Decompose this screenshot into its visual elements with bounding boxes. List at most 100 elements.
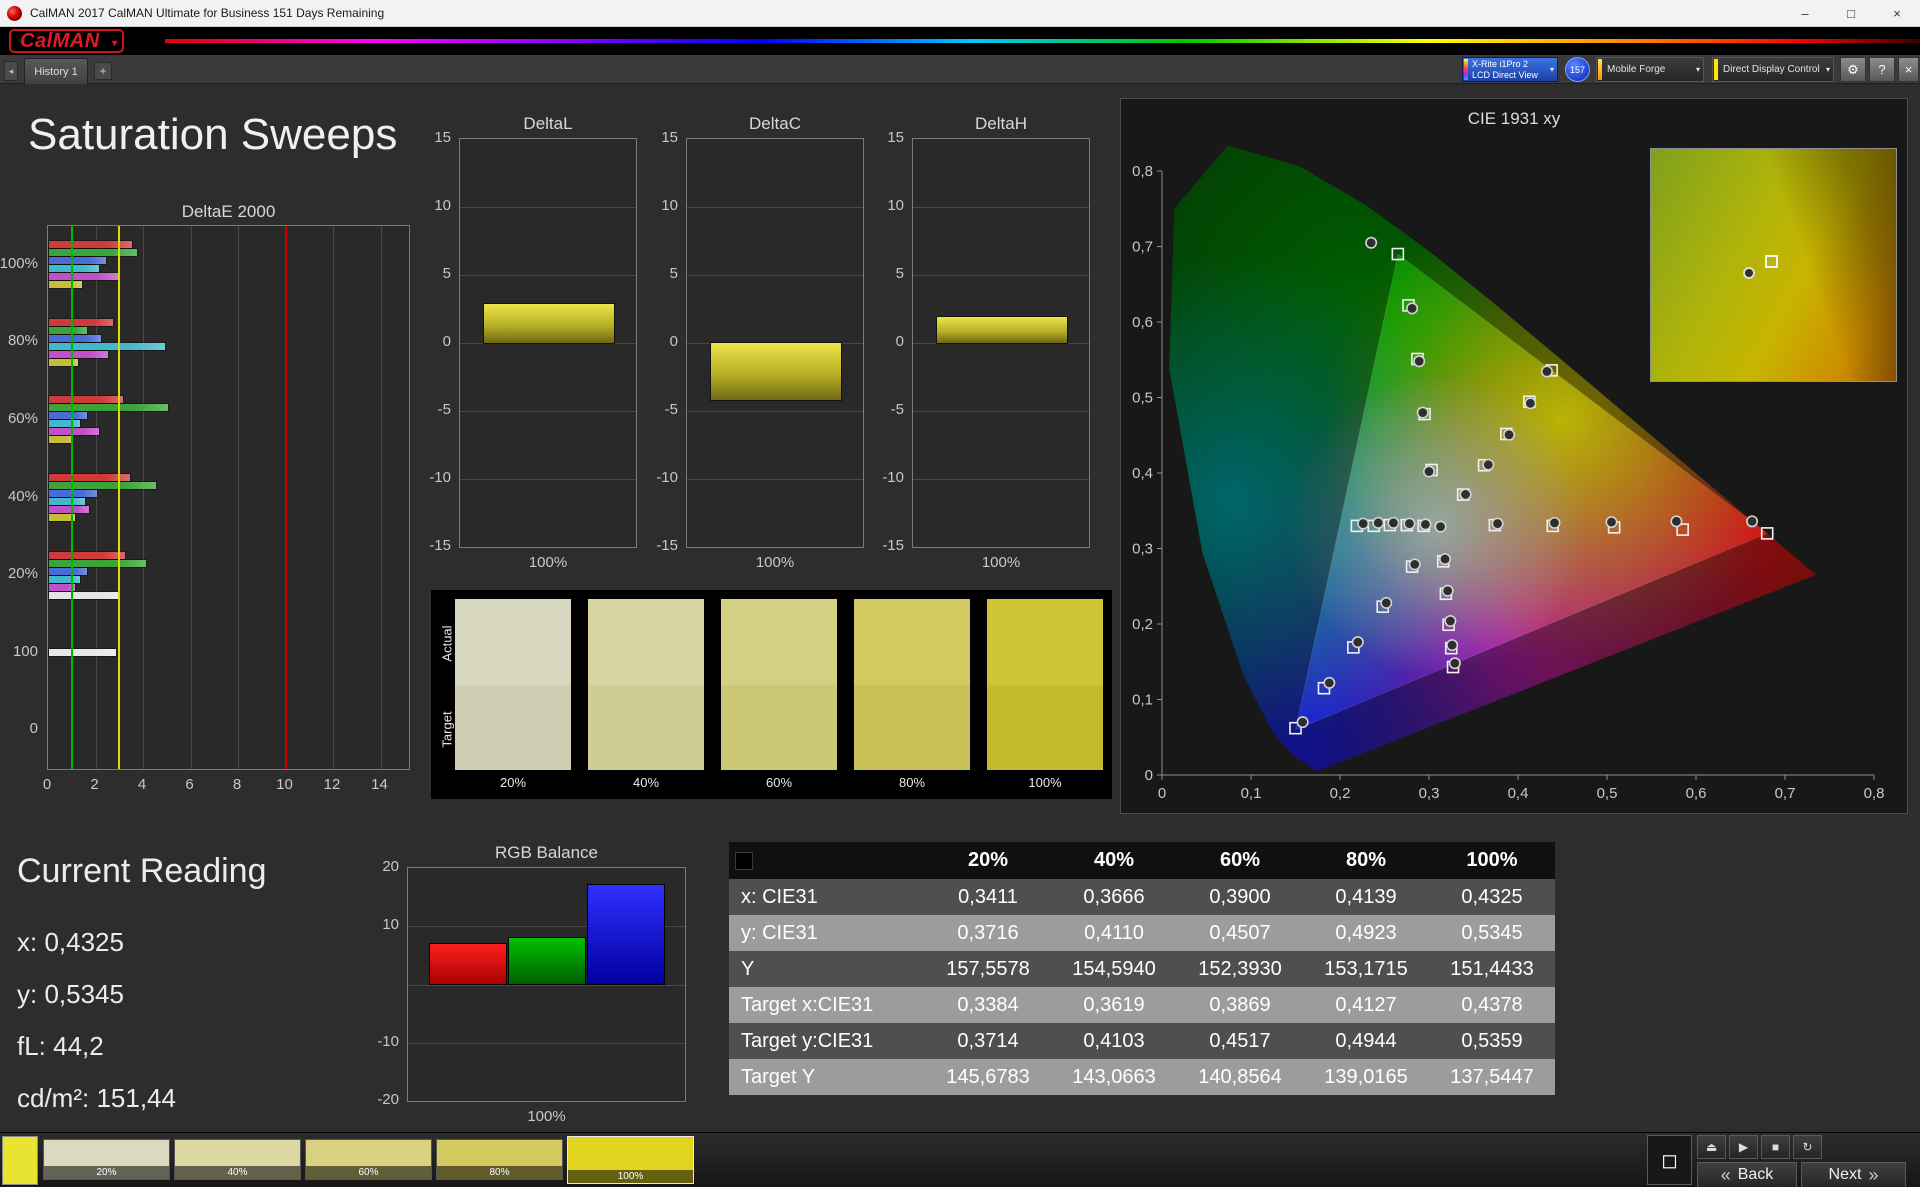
table-row-label: Target Y <box>741 1065 816 1088</box>
minimize-button[interactable]: – <box>1782 0 1828 26</box>
maximize-button[interactable]: □ <box>1828 0 1874 26</box>
next-button[interactable]: Next » <box>1801 1162 1906 1187</box>
gridline <box>143 226 144 769</box>
play-button[interactable]: ▶ <box>1729 1135 1758 1159</box>
deltae-bar <box>49 559 147 567</box>
white-point <box>1434 520 1447 533</box>
axis-tick-label: 2 <box>90 776 99 793</box>
swatch-label: 100% <box>568 1170 693 1183</box>
axis-tick-label: -10 <box>377 1032 399 1050</box>
back-button[interactable]: « Back <box>1697 1162 1797 1187</box>
help-icon[interactable]: ? <box>1869 57 1895 82</box>
saturation-swatch-40%[interactable]: 40% <box>174 1139 301 1180</box>
gridline <box>380 226 382 769</box>
eject-button[interactable]: ⏏ <box>1697 1135 1726 1159</box>
saturation-swatch-20%[interactable]: 20% <box>43 1139 170 1180</box>
current-patch-swatch <box>2 1136 38 1185</box>
table-header-row: 20% 40% 60% 80% 100% <box>729 842 1555 879</box>
rgb-y-axis: 20 10 -10 -20 <box>369 858 403 1108</box>
measure-window-button[interactable]: ◻ <box>1647 1135 1692 1185</box>
chevron-down-icon: ▾ <box>1695 65 1700 74</box>
actual-swatch <box>854 599 970 685</box>
deltae-bar <box>49 350 109 358</box>
rgb-balance-chart <box>407 867 686 1102</box>
axis-tick-label: 0,4 <box>1132 465 1153 482</box>
axis-tick-label: -15 <box>429 537 451 554</box>
saturation-swatch-80%[interactable]: 80% <box>436 1139 563 1180</box>
axis-tick-label: 10 <box>382 916 399 934</box>
axis-tick-label: 0,1 <box>1132 692 1153 709</box>
swatch-column: 20% <box>455 599 571 790</box>
close-button[interactable]: × <box>1874 0 1920 26</box>
measured-point-green <box>1365 236 1378 249</box>
table-cell: 0,4378 <box>1461 993 1523 1016</box>
saturation-swatch-100%[interactable]: 100% <box>567 1136 694 1184</box>
axis-tick-label: -15 <box>882 537 904 554</box>
measured-point-yellow <box>1540 365 1553 378</box>
deltac-chart-title: DeltaC <box>749 114 801 133</box>
tab-bar: ◂ History 1 + X-Rite i1Pro 2 LCD Direct … <box>0 55 1920 84</box>
deltae-y-axis: 100% 80% 60% 40% 20% 100 0 <box>0 225 42 770</box>
axis-tick-label: -10 <box>429 469 451 486</box>
swatch-label: 20% <box>499 775 527 790</box>
target-swatch <box>721 684 837 770</box>
table-row-label: Y <box>741 957 755 980</box>
stop-button[interactable]: ■ <box>1761 1135 1790 1159</box>
axis-tick-label: 12 <box>323 776 341 793</box>
chevrons-right-icon: » <box>1868 1164 1879 1185</box>
target-swatch <box>987 684 1103 770</box>
axis-tick-label: -5 <box>437 401 451 418</box>
sweep-swatch <box>721 599 837 770</box>
deltac-y-axis: 15 10 5 0 -5 -10 -15 <box>654 129 682 554</box>
axis-tick-label: 40% <box>7 487 38 505</box>
workflow-close-icon[interactable]: × <box>1898 57 1919 82</box>
measured-point-cyan <box>1387 516 1400 529</box>
deltal-y-axis: 15 10 5 0 -5 -10 -15 <box>427 129 455 554</box>
calman-logo-menu[interactable]: CalMAN ▾ <box>9 29 124 53</box>
table-cell: 0,4923 <box>1335 921 1397 944</box>
swatch-label: 100% <box>1028 775 1062 790</box>
next-label: Next <box>1828 1166 1862 1183</box>
table-cell: 0,3869 <box>1209 993 1271 1016</box>
axis-tick-label: 10 <box>887 197 904 214</box>
settings-gear-icon[interactable]: ⚙ <box>1840 57 1866 82</box>
source-selector-dropdown[interactable]: Mobile Forge ▾ <box>1596 57 1704 82</box>
refresh-button[interactable]: ↻ <box>1793 1135 1822 1159</box>
swatch-label: 80% <box>437 1166 562 1179</box>
tab-history-1[interactable]: History 1 <box>24 58 88 84</box>
gridline <box>408 984 685 986</box>
axis-tick-label: 0,6 <box>1132 314 1153 331</box>
axis-tick-label: 0 <box>442 333 451 350</box>
brand-bar: CalMAN ▾ <box>0 27 1920 55</box>
table-cell: 139,0165 <box>1324 1065 1408 1088</box>
actual-swatch <box>588 599 704 685</box>
measured-point-blue <box>1351 636 1364 649</box>
table-row: Target x:CIE31 0,3384 0,3619 0,3869 0,4127 0,… <box>729 987 1555 1023</box>
deltae-bar <box>49 575 80 583</box>
sweep-swatch <box>588 599 704 770</box>
table-cell: 154,5940 <box>1072 957 1156 980</box>
gridline <box>687 479 863 480</box>
table-cell: 152,3930 <box>1198 957 1282 980</box>
source-label: Mobile Forge <box>1607 64 1666 75</box>
table-cell: 153,1715 <box>1324 957 1408 980</box>
deltae-bar <box>49 265 99 273</box>
deltah-chart-title: DeltaH <box>975 114 1027 133</box>
table-cell: 157,5578 <box>946 957 1030 980</box>
axis-tick-label: 5 <box>669 265 678 282</box>
axis-tick-label: 60% <box>7 409 38 427</box>
delta-bar <box>484 303 614 343</box>
table-cell: 0,3666 <box>1083 885 1145 908</box>
table-row-label: Target y:CIE31 <box>741 1029 874 1052</box>
meter-selector-dropdown[interactable]: X-Rite i1Pro 2 LCD Direct View ▾ <box>1462 57 1558 82</box>
measured-point-cyan <box>1357 517 1370 530</box>
swatch-column: 80% <box>854 599 970 790</box>
display-control-dropdown[interactable]: Direct Display Control ▾ <box>1712 57 1834 82</box>
axis-tick-label: 0,3 <box>1132 541 1153 558</box>
saturation-swatch-60%[interactable]: 60% <box>305 1139 432 1180</box>
gridline <box>687 275 863 276</box>
add-tab-button[interactable]: + <box>94 62 112 80</box>
table-cell: 0,4325 <box>1461 885 1523 908</box>
t ab-scroll-left-button[interactable]: ◂ <box>4 61 18 81</box>
axis-tick-label: 80% <box>7 332 38 350</box>
